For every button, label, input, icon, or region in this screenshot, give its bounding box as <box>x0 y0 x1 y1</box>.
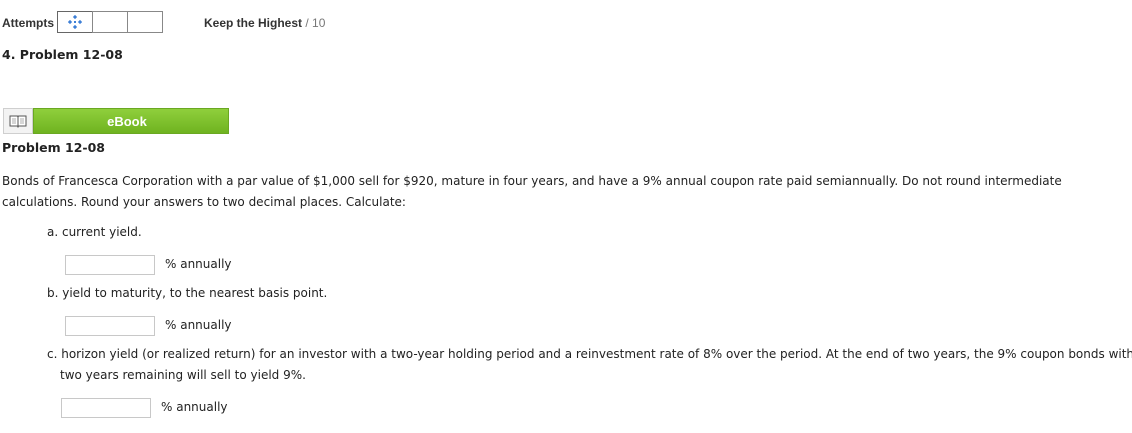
attempt-box-3 <box>127 11 163 33</box>
attempt-box-1[interactable] <box>57 11 93 33</box>
part-c-unit: % annually <box>161 400 228 414</box>
problem-intro: Bonds of Francesca Corporation with a pa… <box>2 174 1062 209</box>
part-b-unit: % annually <box>165 318 232 332</box>
part-a-label: a. current yield. <box>47 225 142 239</box>
ebook-link[interactable]: eBook <box>3 108 229 134</box>
question-heading: 4. Problem 12-08 <box>2 47 123 62</box>
part-b-input[interactable] <box>65 316 155 336</box>
score-out-of: / 10 <box>305 16 326 30</box>
part-a-input[interactable] <box>65 255 155 275</box>
ebook-icon-box[interactable] <box>3 108 33 134</box>
attempt-box-2 <box>92 11 128 33</box>
part-c-input[interactable] <box>61 398 151 418</box>
problem-title: Problem 12-08 <box>2 140 105 155</box>
attempt-boxes <box>57 11 163 33</box>
keep-highest-label: Keep the Highest <box>204 16 303 30</box>
part-c-label: c. horizon yield (or realized return) fo… <box>47 347 1132 382</box>
ebook-button[interactable]: eBook <box>33 108 229 134</box>
part-a-unit: % annually <box>165 257 232 271</box>
attempts-label: Attempts <box>2 16 55 30</box>
keep-highest: Keep the Highest / 10 <box>204 16 325 30</box>
part-b-label: b. yield to maturity, to the nearest bas… <box>47 286 328 300</box>
move-arrows-icon <box>68 15 82 29</box>
book-icon <box>9 115 27 128</box>
